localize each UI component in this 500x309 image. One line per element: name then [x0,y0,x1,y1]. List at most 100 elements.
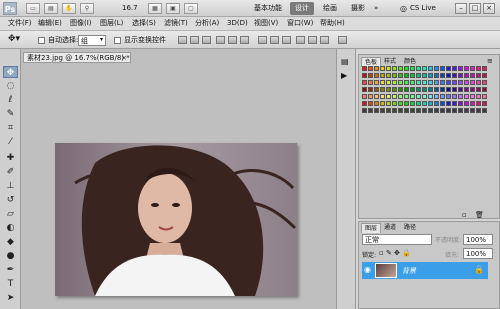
swatch[interactable] [446,66,451,71]
lasso-tool-icon[interactable]: ℓ [3,94,18,106]
type-tool-icon[interactable]: T [3,278,18,290]
menu-analysis[interactable]: 分析(A) [193,17,221,30]
swatch[interactable] [374,108,379,113]
swatch[interactable] [404,87,409,92]
swatch[interactable] [422,108,427,113]
history-panel-icon[interactable]: ▤ [341,57,353,67]
swatch[interactable] [386,73,391,78]
workspace-painting[interactable]: 绘画 [318,2,342,15]
swatch[interactable] [416,80,421,85]
healing-brush-tool-icon[interactable]: ✚ [3,152,18,164]
swatch[interactable] [410,94,415,99]
swatch[interactable] [476,66,481,71]
swatch[interactable] [470,66,475,71]
swatch[interactable] [458,80,463,85]
swatch[interactable] [386,66,391,71]
swatch[interactable] [428,101,433,106]
swatch[interactable] [428,108,433,113]
swatch[interactable] [458,87,463,92]
swatch[interactable] [428,66,433,71]
swatch[interactable] [434,80,439,85]
swatch[interactable] [482,94,487,99]
maximize-button[interactable]: □ [469,3,481,14]
workspace-photography[interactable]: 摄影 [346,2,370,15]
swatch[interactable] [470,73,475,78]
swatch[interactable] [416,94,421,99]
swatch[interactable] [428,73,433,78]
path-selection-tool-icon[interactable]: ➤ [3,292,18,304]
brush-tool-icon[interactable]: ✐ [3,166,18,178]
menu-file[interactable]: 文件(F) [6,17,34,30]
distribute-left-icon[interactable] [296,36,305,44]
swatch[interactable] [464,87,469,92]
show-transform-checkbox[interactable] [114,37,121,44]
opacity-input[interactable]: 100% [463,234,493,245]
clone-stamp-tool-icon[interactable]: ⊥ [3,180,18,192]
swatch[interactable] [374,66,379,71]
swatch[interactable] [380,101,385,106]
swatch[interactable] [422,80,427,85]
align-horizontal-center-icon[interactable] [228,36,237,44]
swatch[interactable] [392,94,397,99]
swatch[interactable] [368,101,373,106]
history-brush-tool-icon[interactable]: ↺ [3,194,18,206]
swatch[interactable] [434,73,439,78]
mini-bridge-icon[interactable]: ▤ [44,3,58,14]
swatch[interactable] [446,101,451,106]
marquee-tool-icon[interactable]: ◌ [3,80,18,92]
swatch[interactable] [464,80,469,85]
swatch[interactable] [440,73,445,78]
swatch[interactable] [404,80,409,85]
swatch[interactable] [368,66,373,71]
quick-selection-tool-icon[interactable]: ✎ [3,108,18,120]
swatch[interactable] [452,66,457,71]
swatch[interactable] [440,94,445,99]
swatch[interactable] [398,66,403,71]
swatch[interactable] [368,73,373,78]
swatch[interactable] [368,80,373,85]
swatch[interactable] [434,66,439,71]
swatch[interactable] [446,108,451,113]
swatch[interactable] [470,108,475,113]
menu-select[interactable]: 选择(S) [130,17,158,30]
swatch[interactable] [476,87,481,92]
swatch[interactable] [386,108,391,113]
arrange-documents-icon[interactable]: ▣ [166,3,180,14]
swatch[interactable] [422,66,427,71]
swatch[interactable] [374,80,379,85]
panel-menu-icon[interactable]: ≡ [487,57,493,65]
swatch[interactable] [392,66,397,71]
swatch[interactable] [416,101,421,106]
swatch[interactable] [386,101,391,106]
swatch[interactable] [404,66,409,71]
swatch[interactable] [362,87,367,92]
swatch[interactable] [362,94,367,99]
swatch[interactable] [464,73,469,78]
swatch[interactable] [422,94,427,99]
swatch[interactable] [440,101,445,106]
swatch[interactable] [416,108,421,113]
swatch[interactable] [434,108,439,113]
align-left-icon[interactable] [216,36,225,44]
swatch[interactable] [368,87,373,92]
swatch[interactable] [434,101,439,106]
swatch[interactable] [410,87,415,92]
swatch[interactable] [392,108,397,113]
swatch[interactable] [476,80,481,85]
swatch[interactable] [464,108,469,113]
workspace-design[interactable]: 设计 [290,2,314,15]
swatch[interactable] [362,73,367,78]
swatch[interactable] [452,101,457,106]
visibility-eye-icon[interactable]: ◉ [364,265,373,275]
swatch[interactable] [386,94,391,99]
swatch[interactable] [464,66,469,71]
swatch[interactable] [404,94,409,99]
swatch[interactable] [482,87,487,92]
auto-align-icon[interactable] [338,36,347,44]
more-workspaces-icon[interactable]: » [374,4,378,12]
swatch[interactable] [416,87,421,92]
swatch[interactable] [446,94,451,99]
distribute-center-icon[interactable] [270,36,279,44]
swatch[interactable] [440,66,445,71]
swatch[interactable] [392,73,397,78]
